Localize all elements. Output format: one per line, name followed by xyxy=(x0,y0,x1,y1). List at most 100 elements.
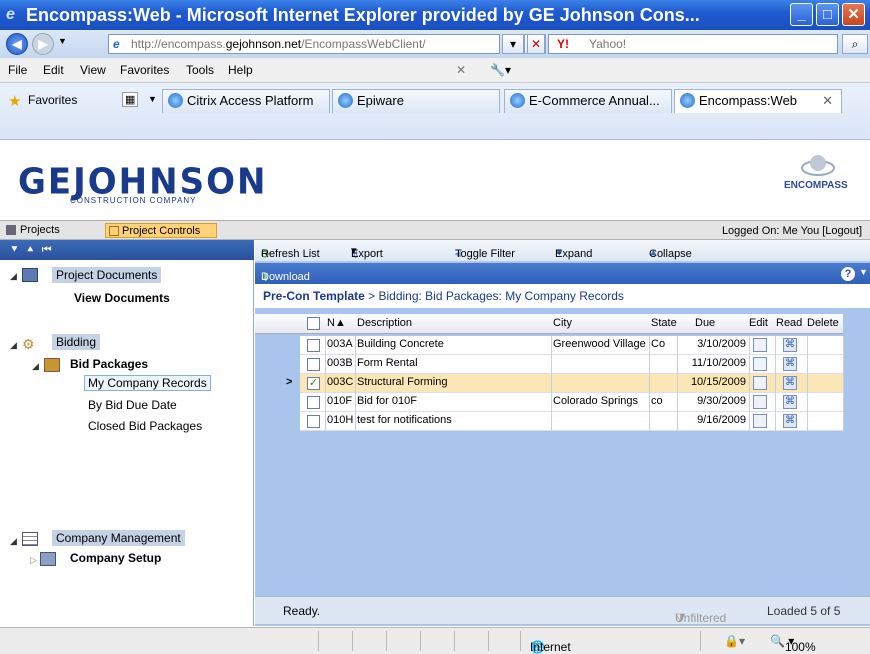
history-dropdown-icon[interactable]: ▼ xyxy=(58,36,67,46)
col-city[interactable]: City xyxy=(553,317,572,329)
table-row[interactable]: > ✓ 003C Structural Forming 10/15/2009 ⌘ xyxy=(255,374,844,393)
col-edit[interactable]: Edit xyxy=(749,317,768,329)
unfiltered-label: Unfiltered xyxy=(675,611,727,625)
tree-collapse-icon[interactable]: ◢ xyxy=(10,271,17,282)
tab-citrix[interactable]: Citrix Access Platform xyxy=(162,89,330,113)
read-binoculars-icon[interactable]: ⌘ xyxy=(783,376,797,390)
breadcrumb-root[interactable]: Pre-Con Template xyxy=(263,289,365,303)
edit-pencil-icon[interactable] xyxy=(753,376,767,390)
col-description[interactable]: Description xyxy=(357,317,412,329)
window-title-bar[interactable]: e Encompass:Web - Microsoft Internet Exp… xyxy=(0,0,870,30)
tree-expand-icon[interactable]: ▷ xyxy=(30,555,37,566)
page-icon: e xyxy=(113,37,120,51)
logged-on-status[interactable]: Logged On: Me You [Logout] xyxy=(706,224,862,239)
tab-label: Encompass:Web xyxy=(699,93,798,108)
navigation-tree: ⯆ ⯅ ⏮ ◢ Project Documents View Documents… xyxy=(0,240,254,626)
content-panel: ⟳ Refresh List ⇩ Export ▾ ⫷ Toggle Filte… xyxy=(255,240,870,626)
tab-projects[interactable]: Projects xyxy=(4,223,60,238)
tree-view-documents[interactable]: View Documents xyxy=(74,291,170,305)
col-number[interactable]: N▲ xyxy=(327,317,346,329)
expand-all-icon[interactable]: ⯅ xyxy=(26,244,35,256)
edit-pencil-icon[interactable] xyxy=(753,357,767,371)
maximize-button[interactable]: □ xyxy=(816,3,839,26)
back-button[interactable]: ◀ xyxy=(6,33,28,55)
favorites-button[interactable]: Favorites xyxy=(28,93,77,107)
row-checkbox[interactable] xyxy=(307,358,320,371)
tree-closed-bid-packages[interactable]: Closed Bid Packages xyxy=(88,419,202,433)
folder-icon xyxy=(22,268,38,282)
tree-my-company-records[interactable]: My Company Records xyxy=(84,375,211,391)
quick-tabs-icon[interactable]: ▦ xyxy=(122,92,139,107)
tree-by-bid-due-date[interactable]: By Bid Due Date xyxy=(88,398,177,412)
window-title: Encompass:Web - Microsoft Internet Explo… xyxy=(26,5,700,25)
select-all-checkbox[interactable] xyxy=(307,317,320,330)
addon-icon[interactable]: 🔧▾ xyxy=(490,63,511,77)
cell-num: 010F xyxy=(327,395,353,407)
zoom-control[interactable]: 🔍 100% ▾ xyxy=(770,634,816,654)
tab-encompass[interactable]: Encompass:Web ✕ xyxy=(674,89,842,113)
tree-bid-packages[interactable]: Bid Packages xyxy=(70,357,148,371)
table-row[interactable]: 010F Bid for 010F Colorado Springs co 9/30/2… xyxy=(255,393,844,412)
read-binoculars-icon[interactable]: ⌘ xyxy=(783,338,797,352)
stop-icon[interactable]: ✕ xyxy=(527,34,545,54)
close-button[interactable]: ✕ xyxy=(842,3,865,26)
row-checkbox[interactable] xyxy=(307,415,320,428)
read-binoculars-icon[interactable]: ⌘ xyxy=(783,357,797,371)
menu-tools[interactable]: Tools xyxy=(186,63,214,77)
row-checkbox[interactable]: ✓ xyxy=(307,377,320,390)
menu-view[interactable]: View xyxy=(80,63,106,77)
menu-edit[interactable]: Edit xyxy=(43,63,64,77)
row-checkbox[interactable] xyxy=(307,339,320,352)
hide-panel-icon[interactable]: ⏮ xyxy=(42,244,52,256)
ie-icon: e xyxy=(6,6,15,23)
zoom-level: 100% xyxy=(784,640,816,654)
edit-pencil-icon[interactable] xyxy=(753,395,767,409)
tab-project-controls[interactable]: Project Controls xyxy=(105,223,217,238)
table-row[interactable]: 003B Form Rental 11/10/2009 ⌘ xyxy=(255,355,844,374)
tree-collapse-icon[interactable]: ◢ xyxy=(32,361,39,372)
minimize-button[interactable]: _ xyxy=(790,3,813,26)
cell-description: Form Rental xyxy=(357,357,418,369)
tree-project-documents[interactable]: Project Documents xyxy=(52,267,162,283)
read-binoculars-icon[interactable]: ⌘ xyxy=(783,395,797,409)
protected-mode-icon[interactable]: 🔒▾ xyxy=(724,634,745,648)
address-dropdown-icon[interactable]: ▾ xyxy=(502,34,524,54)
tree-company-setup[interactable]: Company Setup xyxy=(70,551,161,565)
encompass-logo-icon xyxy=(801,155,835,176)
grid-toolbar: ⟳ Refresh List ⇩ Export ▾ ⫷ Toggle Filte… xyxy=(255,240,870,262)
edit-pencil-icon[interactable] xyxy=(753,414,767,428)
collapse-all-icon[interactable]: ⯆ xyxy=(10,244,19,256)
search-input[interactable]: Y! Yahoo! xyxy=(548,34,838,54)
search-icon[interactable]: ⌕ xyxy=(842,34,868,54)
tab-list-icon[interactable]: ▼ xyxy=(148,94,157,104)
address-input[interactable]: e http://encompass.gejohnson.net/Encompa… xyxy=(108,34,500,54)
tree-collapse-icon[interactable]: ◢ xyxy=(10,340,17,351)
menu-help[interactable]: Help xyxy=(228,63,253,77)
menu-file[interactable]: File xyxy=(8,63,27,77)
help-dropdown-icon[interactable]: ▼ xyxy=(859,267,868,277)
tree-company-management[interactable]: Company Management xyxy=(52,530,185,546)
edit-pencil-icon[interactable] xyxy=(753,338,767,352)
forward-button[interactable]: ▶ xyxy=(32,33,54,55)
col-state[interactable]: State xyxy=(651,317,679,329)
tab-epiware[interactable]: Epiware xyxy=(332,89,500,113)
col-read[interactable]: Read xyxy=(776,317,802,329)
help-icon[interactable]: ? xyxy=(841,267,855,281)
tree-bidding[interactable]: Bidding xyxy=(52,334,101,350)
read-binoculars-icon[interactable]: ⌘ xyxy=(783,414,797,428)
col-delete[interactable]: Delete xyxy=(807,317,841,329)
row-checkbox[interactable] xyxy=(307,396,320,409)
menu-favorites[interactable]: Favorites xyxy=(120,63,169,77)
col-due[interactable]: Due xyxy=(695,317,715,329)
loaded-count: Loaded 5 of 5 xyxy=(767,604,841,618)
export-button[interactable]: ⇩ Export ▾ xyxy=(351,244,383,261)
table-row[interactable]: 003A Building Concrete Greenwood Village Co… xyxy=(255,336,844,355)
tab-ecommerce[interactable]: E-Commerce Annual... xyxy=(504,89,672,113)
projects-icon xyxy=(6,225,16,235)
table-row[interactable]: 010H test for notifications 9/16/2009 ⌘ xyxy=(255,412,844,431)
tree-collapse-icon[interactable]: ◢ xyxy=(10,536,17,547)
close-tab-icon[interactable]: ✕ xyxy=(822,90,833,112)
close-toolbar-icon[interactable]: ✕ xyxy=(456,63,466,77)
encompass-logo-text: ENCOMPASS xyxy=(784,180,848,191)
zone-label: Internet xyxy=(530,640,571,654)
